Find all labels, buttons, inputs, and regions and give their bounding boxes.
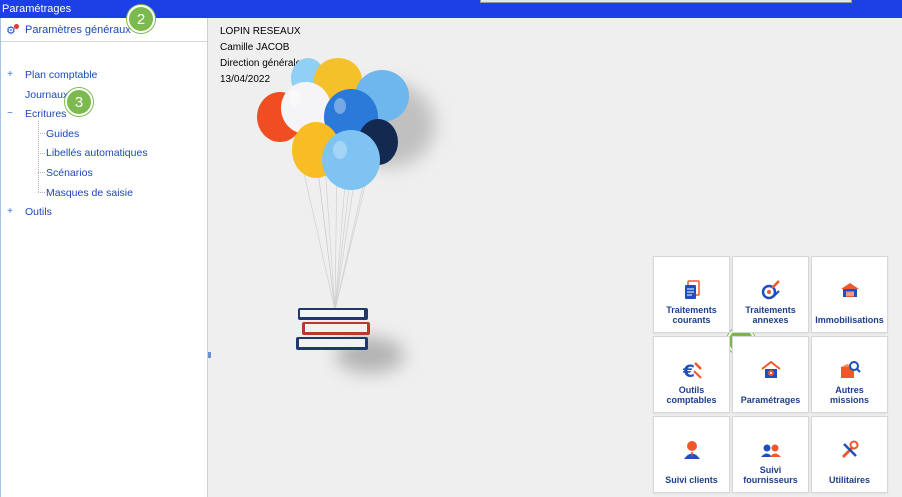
utilities-icon	[812, 439, 887, 461]
tile-label: Suivi clients	[665, 475, 718, 485]
sidebar: ⚙ Paramètres généraux + Plan comptable J…	[0, 18, 208, 497]
tree-connector	[38, 172, 45, 173]
svg-text:€: €	[682, 362, 695, 381]
tile-suivi-fournisseurs[interactable]: Suivi fournisseurs	[732, 416, 809, 493]
tile-label: Suivi	[759, 465, 782, 475]
tile-label: Traitements	[666, 305, 717, 315]
documents-icon	[654, 279, 729, 301]
box-search-icon	[812, 359, 887, 381]
euro-tools-icon: €	[654, 359, 729, 381]
gear-icon: ⚙	[6, 23, 19, 36]
house-gear-icon	[733, 359, 808, 381]
tile-outils-comptables[interactable]: € Outils comptables	[653, 336, 730, 413]
tile-suivi-clients[interactable]: Suivi clients	[653, 416, 730, 493]
balloons-books-illustration	[257, 58, 435, 373]
expand-icon[interactable]: +	[6, 206, 14, 217]
tile-label-2: missions	[829, 395, 869, 405]
tile-label: Immobilisations	[815, 315, 884, 325]
tile-label-2: comptables	[666, 395, 717, 405]
search-strip	[480, 0, 852, 3]
tile-label: Paramétrages	[740, 395, 801, 405]
tree-connector	[38, 153, 45, 154]
sidebar-header-label[interactable]: Paramètres généraux	[25, 24, 131, 36]
annex-tools-icon	[733, 279, 808, 301]
tile-label: Autres	[835, 385, 864, 395]
window-title: Paramétrages	[2, 3, 72, 15]
building-icon	[812, 279, 887, 301]
sidebar-item-ecritures[interactable]: Ecritures	[25, 108, 66, 120]
client-icon	[654, 439, 729, 461]
panel-splitter[interactable]	[208, 340, 211, 370]
tile-traitements-courants[interactable]: Traitements courants	[653, 256, 730, 333]
sidebar-item-masques-de-saisie[interactable]: Masques de saisie	[46, 187, 133, 199]
tile-autres-missions[interactable]: Autres missions	[811, 336, 888, 413]
tile-label: Outils	[678, 385, 705, 395]
tile-traitements-annexes[interactable]: Traitements annexes	[732, 256, 809, 333]
company-name: LOPIN RESEAUX	[220, 26, 301, 37]
collapse-icon[interactable]: −	[6, 108, 14, 119]
tile-utilitaires[interactable]: Utilitaires	[811, 416, 888, 493]
suppliers-icon	[733, 439, 808, 461]
tree-connector	[38, 121, 39, 192]
tile-label-2: fournisseurs	[743, 475, 798, 485]
tile-label-2: courants	[672, 315, 711, 325]
sidebar-item-guides[interactable]: Guides	[46, 128, 79, 140]
sidebar-header[interactable]: ⚙ Paramètres généraux	[1, 18, 207, 42]
sidebar-item-plan-comptable[interactable]: Plan comptable	[25, 69, 97, 81]
tree-connector	[38, 133, 45, 134]
tile-label-2: annexes	[752, 315, 789, 325]
tree-connector	[38, 192, 45, 193]
sidebar-item-scenarios[interactable]: Scénarios	[46, 167, 93, 179]
tile-immobilisations[interactable]: Immobilisations	[811, 256, 888, 333]
sidebar-item-outils[interactable]: Outils	[25, 206, 52, 218]
sidebar-item-libelles-automatiques[interactable]: Libellés automatiques	[46, 147, 148, 159]
expand-icon[interactable]: +	[6, 69, 14, 80]
callout-badge-3: 3	[65, 88, 93, 116]
sidebar-item-journaux[interactable]: Journaux	[25, 89, 68, 101]
callout-badge-2: 2	[127, 5, 155, 33]
tile-parametrages[interactable]: Paramétrages	[732, 336, 809, 413]
tile-label: Traitements	[745, 305, 796, 315]
tile-label: Utilitaires	[828, 475, 870, 485]
